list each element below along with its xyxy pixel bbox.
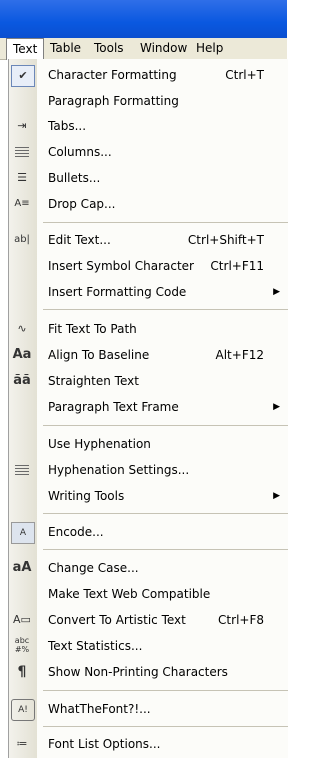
menu-item-encode[interactable]: A Encode... <box>9 520 288 544</box>
bullets-icon: ☰ <box>17 171 27 184</box>
menu-table[interactable]: Table <box>44 39 87 58</box>
window-title-bar <box>0 0 287 38</box>
straighten-text-icon: ãã <box>13 373 31 388</box>
menu-item-insert-formatting-code[interactable]: Insert Formatting Code ▶ <box>9 280 288 304</box>
font-list-icon: ≔ <box>16 737 28 750</box>
menu-text[interactable]: Text <box>6 38 45 60</box>
text-statistics-icon: abc #% <box>14 636 30 654</box>
menu-item-character-formatting[interactable]: ✔ Character Formatting Ctrl+T <box>9 63 288 87</box>
menu-item-paragraph-text-frame[interactable]: Paragraph Text Frame ▶ <box>9 395 288 419</box>
menu-item-convert-to-artistic-text[interactable]: A▭ Convert To Artistic Text Ctrl+F8 <box>9 608 288 632</box>
menu-item-tabs[interactable]: ⇥ Tabs... <box>9 114 288 138</box>
menu-item-shortcut: Alt+F12 <box>215 348 264 362</box>
submenu-arrow-icon: ▶ <box>273 287 280 297</box>
menu-item-label: Writing Tools <box>48 489 125 503</box>
menu-item-fit-text-to-path[interactable]: ∿ Fit Text To Path <box>9 317 288 341</box>
menu-tools[interactable]: Tools <box>88 39 130 58</box>
align-to-baseline-icon: Aa <box>12 347 32 362</box>
menu-separator <box>43 309 288 310</box>
submenu-arrow-icon: ▶ <box>273 491 280 501</box>
menu-item-shortcut: Ctrl+Shift+T <box>187 233 264 247</box>
menu-item-label: Change Case... <box>48 561 139 575</box>
menu-item-hyphenation-settings[interactable]: Hyphenation Settings... <box>9 458 288 482</box>
menu-item-label: Edit Text... <box>48 233 111 247</box>
menu-separator <box>43 425 288 426</box>
menu-item-label: Convert To Artistic Text <box>48 613 186 627</box>
menu-item-text-statistics[interactable]: abc #% Text Statistics... <box>9 634 288 658</box>
convert-artistic-icon: A▭ <box>13 613 31 626</box>
menu-item-drop-cap[interactable]: A≡ Drop Cap... <box>9 192 288 216</box>
menu-item-paragraph-formatting[interactable]: Paragraph Formatting <box>9 89 288 113</box>
whatthefont-icon: A! <box>11 699 35 721</box>
menu-item-label: Encode... <box>48 525 104 539</box>
menu-item-label: Drop Cap... <box>48 197 116 211</box>
menu-item-insert-symbol-character[interactable]: Insert Symbol Character Ctrl+F11 <box>9 254 288 278</box>
columns-icon <box>11 142 33 162</box>
menu-separator <box>43 726 288 727</box>
menu-item-label: Align To Baseline <box>48 348 150 362</box>
menu-item-make-text-web-compatible[interactable]: Make Text Web Compatible <box>9 582 288 606</box>
pilcrow-icon: ¶ <box>17 664 27 680</box>
menu-bar: Text Table Tools Window Help <box>0 38 287 60</box>
fit-text-to-path-icon: ∿ <box>17 322 27 335</box>
tabs-icon: ⇥ <box>17 119 27 132</box>
edit-text-icon: ab| <box>14 234 30 245</box>
menu-window[interactable]: Window <box>134 39 193 58</box>
menu-item-label: Font List Options... <box>48 737 161 751</box>
menu-item-writing-tools[interactable]: Writing Tools ▶ <box>9 484 288 508</box>
menu-item-font-list-options[interactable]: ≔ Font List Options... <box>9 732 288 756</box>
menu-separator <box>43 690 288 691</box>
menu-item-label: Character Formatting <box>48 68 177 82</box>
menu-item-label: Show Non-Printing Characters <box>48 665 228 679</box>
menu-item-label: Insert Symbol Character <box>48 259 194 273</box>
menu-item-label: Fit Text To Path <box>48 322 137 336</box>
menu-item-shortcut: Ctrl+T <box>225 68 264 82</box>
menu-item-label: Paragraph Formatting <box>48 94 179 108</box>
menu-item-label: Use Hyphenation <box>48 437 151 451</box>
menu-item-shortcut: Ctrl+F8 <box>218 613 264 627</box>
menu-item-label: Text Statistics... <box>48 639 143 653</box>
menu-item-straighten-text[interactable]: ãã Straighten Text <box>9 369 288 393</box>
menu-item-show-non-printing-characters[interactable]: ¶ Show Non-Printing Characters <box>9 660 288 684</box>
menu-item-bullets[interactable]: ☰ Bullets... <box>9 166 288 190</box>
menu-item-shortcut: Ctrl+F11 <box>210 259 264 273</box>
menu-item-align-to-baseline[interactable]: Aa Align To Baseline Alt+F12 <box>9 343 288 367</box>
submenu-arrow-icon: ▶ <box>273 402 280 412</box>
menu-item-label: Bullets... <box>48 171 101 185</box>
encode-icon: A <box>11 522 35 544</box>
menu-item-label: Hyphenation Settings... <box>48 463 190 477</box>
menu-item-whatthefont[interactable]: A! WhatTheFont?!... <box>9 697 288 721</box>
menu-item-use-hyphenation[interactable]: Use Hyphenation <box>9 432 288 456</box>
menu-item-label: Straighten Text <box>48 374 139 388</box>
menu-separator <box>43 549 288 550</box>
menu-separator <box>43 222 288 223</box>
menu-separator <box>43 513 288 514</box>
menu-item-edit-text[interactable]: ab| Edit Text... Ctrl+Shift+T <box>9 228 288 252</box>
menu-item-columns[interactable]: Columns... <box>9 140 288 164</box>
menu-help[interactable]: Help <box>190 39 229 58</box>
menu-item-label: Paragraph Text Frame <box>48 400 179 414</box>
drop-cap-icon: A≡ <box>14 198 30 209</box>
menu-item-label: WhatTheFont?!... <box>48 702 151 716</box>
menu-item-label: Tabs... <box>48 119 87 133</box>
change-case-icon: aA <box>12 560 32 575</box>
text-menu-dropdown: ✔ Character Formatting Ctrl+T Paragraph … <box>8 59 288 758</box>
menu-item-label: Insert Formatting Code <box>48 285 187 299</box>
hyphenation-icon <box>11 460 33 480</box>
menu-item-label: Columns... <box>48 145 112 159</box>
checkmark-icon: ✔ <box>11 65 35 87</box>
menu-item-label: Make Text Web Compatible <box>48 587 211 601</box>
menu-item-change-case[interactable]: aA Change Case... <box>9 556 288 580</box>
